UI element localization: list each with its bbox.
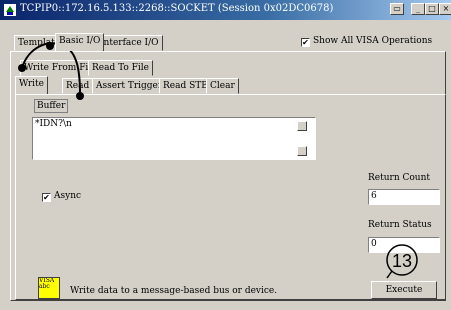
async-label: Async: [54, 191, 82, 201]
buffer-value: *IDN?\n: [35, 119, 72, 129]
tab-interface-io[interactable]: Interface I/O: [96, 35, 163, 51]
scroll-down-button[interactable]: [297, 146, 307, 156]
tab-clear[interactable]: Clear: [206, 78, 239, 94]
show-all-label: Show All VISA Operations: [313, 36, 433, 46]
show-all-checkbox[interactable]: ✔: [301, 38, 310, 47]
help-text: Write data to a message-based bus or dev…: [70, 286, 278, 296]
close-button[interactable]: ×: [439, 3, 451, 15]
execute-button[interactable]: Execute: [371, 281, 437, 299]
window-title: TCPIP0::172.16.5.133::2268::SOCKET (Sess…: [20, 3, 334, 14]
scroll-up-button[interactable]: [297, 121, 307, 131]
title-bar: TCPIP0::172.16.5.133::2268::SOCKET (Sess…: [0, 0, 451, 20]
return-status-value: 0: [371, 239, 377, 249]
callout-13: 13: [386, 244, 418, 279]
async-checkbox[interactable]: ✔: [42, 193, 51, 202]
return-count-label: Return Count: [368, 173, 430, 183]
visa-icon: VISA abc: [38, 277, 60, 299]
app-icon: [4, 4, 16, 16]
return-count-field: 6: [368, 189, 440, 205]
return-status-label: Return Status: [368, 220, 432, 230]
tab-write[interactable]: Write: [15, 76, 48, 94]
callout-number: 13: [392, 251, 412, 271]
tab-basic-io[interactable]: Basic I/O: [55, 33, 105, 51]
maximize-button[interactable]: □: [425, 3, 439, 15]
return-count-value: 6: [371, 191, 377, 201]
buffer-textarea[interactable]: *IDN?\n: [32, 117, 316, 160]
tab-read-stb[interactable]: Read STB: [159, 78, 212, 94]
minimize-button[interactable]: _: [411, 3, 425, 15]
visa-icon-text: VISA abc: [39, 277, 55, 290]
restore-icon[interactable]: ▭: [390, 3, 404, 15]
